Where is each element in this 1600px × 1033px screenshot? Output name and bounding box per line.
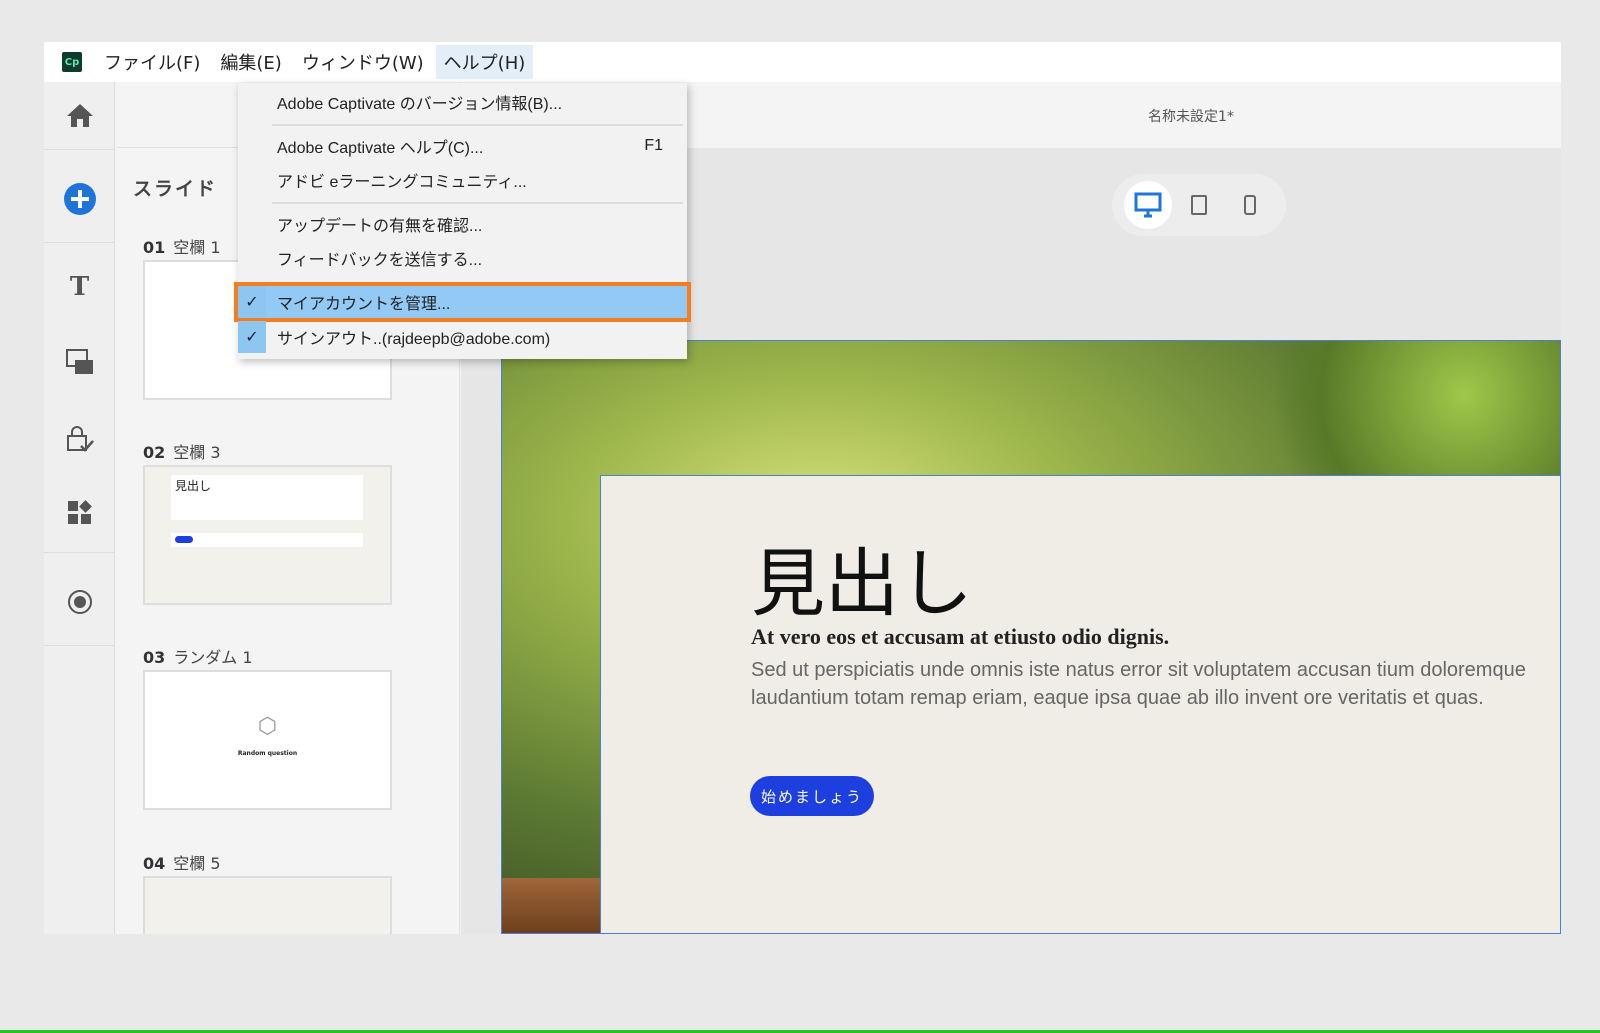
divider — [44, 552, 115, 553]
check-icon: ✓ — [238, 321, 266, 353]
slide-number: 03 — [143, 648, 166, 667]
menu-item-sign-out[interactable]: ✓ サインアウト..(rajdeepb@adobe.com) — [238, 321, 687, 353]
mobile-icon[interactable] — [1226, 181, 1274, 229]
slide-label: 03 ランダム 1 — [143, 644, 253, 668]
slide-label: 02 空欄 3 — [143, 439, 221, 463]
slide-heading[interactable]: 見出し — [751, 524, 973, 631]
help-menu-dropdown: Adobe Captivate のバージョン情報(B)... Adobe Cap… — [234, 83, 691, 359]
menu-separator — [272, 202, 683, 204]
check-icon: ✓ — [238, 286, 266, 318]
slide-thumbnail-04[interactable] — [143, 876, 392, 934]
menu-separator — [272, 124, 683, 126]
menu-edit[interactable]: 編集(E) — [212, 45, 289, 79]
thumb-button-row — [171, 533, 363, 547]
slide-subheading[interactable]: At vero eos et accusam at etiusto odio d… — [751, 624, 1169, 650]
divider — [44, 149, 115, 150]
divider — [44, 242, 115, 243]
slide-name: 空欄 3 — [173, 443, 221, 462]
menu-help[interactable]: ヘルプ(H) — [435, 45, 534, 79]
slide-name: 空欄 1 — [173, 238, 221, 257]
device-toggle — [1112, 174, 1286, 236]
record-icon[interactable] — [44, 577, 115, 627]
menu-item-label: Adobe Captivate ヘルプ(C)... — [277, 140, 484, 157]
slide-name: 空欄 5 — [173, 854, 221, 873]
get-started-button[interactable]: 始めましょう — [750, 776, 874, 816]
slide-label: 01 空欄 1 — [143, 234, 221, 258]
wood-image — [502, 878, 600, 933]
desktop-icon[interactable] — [1123, 181, 1172, 229]
menu-item-updates[interactable]: アップデートの有無を確認... — [238, 208, 687, 240]
interaction-icon[interactable] — [44, 415, 115, 465]
slide-body-text[interactable]: Sed ut perspiciatis unde omnis iste natu… — [751, 656, 1551, 712]
menu-item-label: マイアカウントを管理... — [277, 296, 451, 313]
menu-file[interactable]: ファイル(F) — [96, 45, 208, 79]
captivate-logo: Cp — [62, 52, 82, 72]
content-card: 見出し At vero eos et accusam at etiusto od… — [600, 475, 1560, 933]
menu-window[interactable]: ウィンドウ(W) — [294, 45, 432, 79]
box-icon: ⬡ — [257, 714, 278, 739]
tablet-icon[interactable] — [1175, 181, 1223, 229]
slide-number: 04 — [143, 854, 166, 873]
menu-item-about[interactable]: Adobe Captivate のバージョン情報(B)... — [238, 86, 687, 118]
slide-label: 04 空欄 5 — [143, 850, 221, 874]
text-icon[interactable]: T — [44, 262, 115, 312]
widgets-icon[interactable] — [44, 488, 115, 538]
divider — [44, 645, 115, 646]
menu-bar: Cp ファイル(F) 編集(E) ウィンドウ(W) ヘルプ(H) — [44, 42, 1561, 82]
add-slide-icon[interactable] — [44, 174, 115, 224]
menu-item-label: サインアウト..(rajdeepb@adobe.com) — [277, 331, 551, 348]
slide-canvas[interactable]: 見出し At vero eos et accusam at etiusto od… — [501, 340, 1561, 934]
slide-thumbnail-02[interactable]: 見出し — [143, 465, 392, 605]
slide-thumbnail-03[interactable]: ⬡ Random question — [143, 670, 392, 810]
home-icon[interactable] — [44, 90, 115, 140]
panel-title: スライド — [133, 178, 218, 200]
slide-number: 02 — [143, 443, 166, 462]
media-icon[interactable] — [44, 337, 115, 387]
thumb-heading: Random question — [237, 750, 298, 757]
menu-item-community[interactable]: アドビ eラーニングコミュニティ... — [238, 164, 687, 196]
slide-name: ランダム 1 — [173, 648, 253, 667]
leaves-image — [1240, 341, 1560, 476]
menu-item-manage-account[interactable]: ✓ マイアカウントを管理... — [234, 282, 691, 322]
tool-rail: T — [44, 82, 115, 934]
thumb-heading: 見出し — [171, 475, 363, 520]
menu-item-help[interactable]: Adobe Captivate ヘルプ(C)... F1 — [238, 130, 687, 162]
shortcut-label: F1 — [644, 137, 663, 154]
menu-item-feedback[interactable]: フィードバックを送信する... — [238, 242, 687, 274]
slide-number: 01 — [143, 238, 166, 257]
